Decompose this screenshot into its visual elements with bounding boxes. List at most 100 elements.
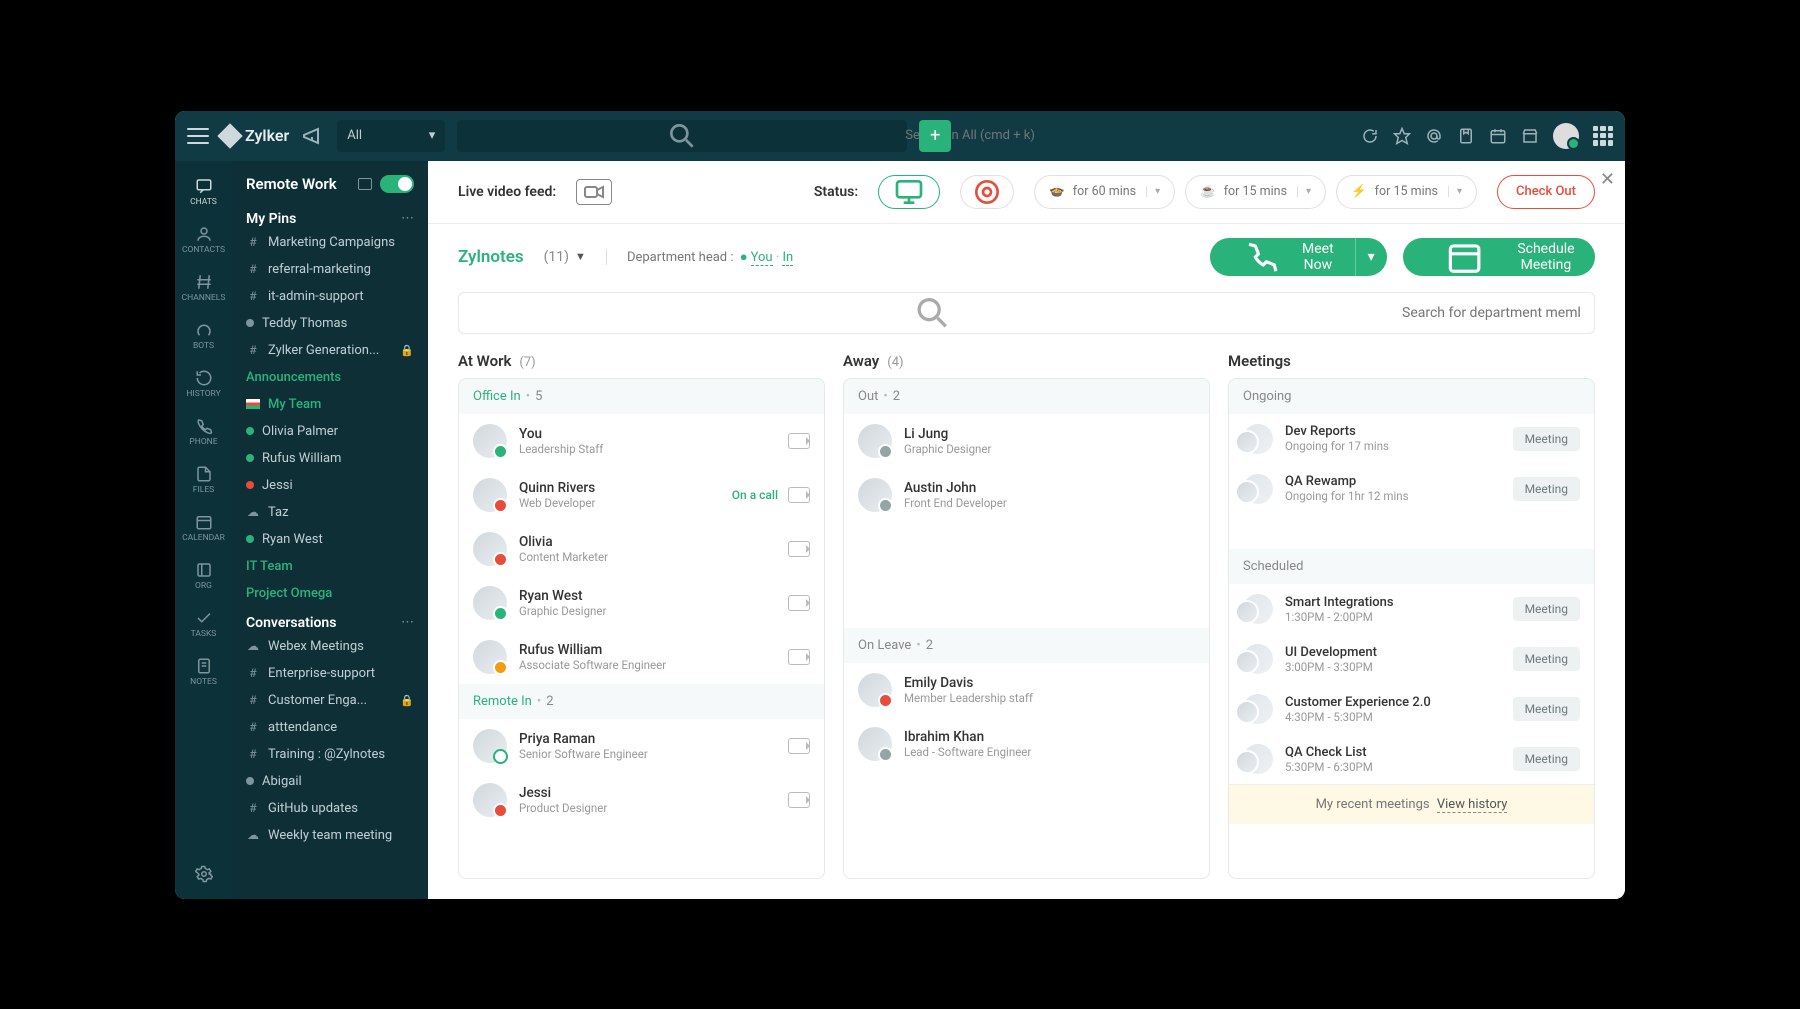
meeting-row[interactable]: QA RewampOngoing for 1hr 12 minsMeeting <box>1229 464 1594 514</box>
rail-calendar[interactable]: CALENDAR <box>175 509 232 547</box>
meeting-row[interactable]: Dev ReportsOngoing for 17 minsMeeting <box>1229 414 1594 464</box>
camera-icon[interactable] <box>788 595 810 611</box>
sidebar-item[interactable]: ☁Taz <box>232 499 428 526</box>
person-row[interactable]: Austin JohnFront End Developer <box>844 468 1209 522</box>
person-row[interactable]: Ryan WestGraphic Designer <box>459 576 824 630</box>
search-filter-select[interactable]: All ▾ <box>337 120 445 152</box>
rail-bots[interactable]: BOTS <box>175 317 232 355</box>
sidebar-item[interactable]: Jessi <box>232 472 428 499</box>
star-icon[interactable] <box>1393 127 1411 145</box>
person-row[interactable]: Quinn RiversWeb DeveloperOn a call <box>459 468 824 522</box>
status-label: Status: <box>814 184 858 200</box>
camera-icon[interactable] <box>788 738 810 754</box>
sidebar-item[interactable]: #Marketing Campaigns <box>232 229 428 256</box>
close-icon[interactable]: ✕ <box>1600 169 1615 190</box>
sidebar-item[interactable]: Teddy Thomas <box>232 310 428 337</box>
profile-avatar[interactable] <box>1553 123 1579 149</box>
meet-now-button[interactable]: Meet Now <box>1210 238 1355 276</box>
person-row[interactable]: Li JungGraphic Designer <box>844 414 1209 468</box>
status-location[interactable] <box>960 175 1014 209</box>
store-icon[interactable] <box>1521 127 1539 145</box>
meeting-row[interactable]: Customer Experience 2.04:30PM - 5:30PMMe… <box>1229 684 1594 734</box>
megaphone-icon[interactable] <box>301 124 325 148</box>
person-row[interactable]: Emily DavisMember Leadership staff <box>844 663 1209 717</box>
sidebar-itteam[interactable]: IT Team <box>232 553 428 580</box>
rail-contacts[interactable]: CONTACTS <box>175 221 232 259</box>
dept-search-input[interactable] <box>1402 305 1580 321</box>
sidebar-item[interactable]: #Enterprise-support <box>232 660 428 687</box>
bookmark-icon[interactable] <box>1457 127 1475 145</box>
rail-phone[interactable]: PHONE <box>175 413 232 451</box>
sidebar-item[interactable]: Ryan West <box>232 526 428 553</box>
meeting-join-button[interactable]: Meeting <box>1513 427 1580 451</box>
sidebar-myteam[interactable]: My Team <box>232 391 428 418</box>
sidebar-item[interactable]: #Customer Enga...🔒 <box>232 687 428 714</box>
dept-search[interactable] <box>458 292 1595 334</box>
camera-icon[interactable] <box>788 487 810 503</box>
global-search[interactable] <box>457 120 907 152</box>
schedule-meeting-button[interactable]: Schedule Meeting <box>1403 238 1595 276</box>
rail-notes[interactable]: NOTES <box>175 653 232 691</box>
meet-now-dropdown[interactable]: ▾ <box>1355 238 1387 276</box>
meeting-row[interactable]: UI Development3:00PM - 3:30PMMeeting <box>1229 634 1594 684</box>
camera-icon[interactable] <box>788 541 810 557</box>
view-history-link[interactable]: View history <box>1437 797 1508 813</box>
status-desktop[interactable] <box>878 175 940 209</box>
meeting-join-button[interactable]: Meeting <box>1513 477 1580 501</box>
sidebar-item[interactable]: Abigail <box>232 768 428 795</box>
chevron-down-icon[interactable]: ▾ <box>1146 186 1160 197</box>
rail-tasks[interactable]: TASKS <box>175 605 232 643</box>
meeting-row[interactable]: Smart Integrations1:30PM - 2:00PMMeeting <box>1229 584 1594 634</box>
status-timer[interactable]: ⚡for 15 mins▾ <box>1336 175 1477 209</box>
person-row[interactable]: Ibrahim KhanLead - Software Engineer <box>844 717 1209 771</box>
status-timer[interactable]: ☕for 15 mins▾ <box>1185 175 1326 209</box>
person-row[interactable]: Rufus WilliamAssociate Software Engineer <box>459 630 824 684</box>
camera-icon[interactable] <box>788 649 810 665</box>
chevron-down-icon[interactable]: ▾ <box>1448 186 1462 197</box>
conversations-more[interactable]: ⋯ <box>401 615 414 630</box>
person-row[interactable]: YouLeadership Staff <box>459 414 824 468</box>
chevron-down-icon[interactable]: ▾ <box>1297 186 1311 197</box>
calendar-icon[interactable] <box>1489 127 1507 145</box>
remote-toggle[interactable] <box>380 175 414 193</box>
sidebar-item[interactable]: Rufus William <box>232 445 428 472</box>
pins-more[interactable]: ⋯ <box>401 211 414 226</box>
sidebar-item[interactable]: Olivia Palmer <box>232 418 428 445</box>
checkout-button[interactable]: Check Out <box>1497 175 1595 209</box>
menu-toggle[interactable] <box>187 128 209 144</box>
meeting-join-button[interactable]: Meeting <box>1513 697 1580 721</box>
meetings-card: Ongoing Dev ReportsOngoing for 17 minsMe… <box>1228 378 1595 879</box>
camera-icon[interactable] <box>788 433 810 449</box>
camera-toggle[interactable] <box>576 179 612 205</box>
meeting-join-button[interactable]: Meeting <box>1513 597 1580 621</box>
person-row[interactable]: OliviaContent Marketer <box>459 522 824 576</box>
sidebar-item[interactable]: #it-admin-support <box>232 283 428 310</box>
sidebar-item[interactable]: ☁Webex Meetings <box>232 633 428 660</box>
sidebar-item[interactable]: #atttendance <box>232 714 428 741</box>
meeting-row[interactable]: QA Check List5:30PM - 6:30PMMeeting <box>1229 734 1594 784</box>
camera-icon[interactable] <box>788 792 810 808</box>
person-row[interactable]: JessiProduct Designer <box>459 773 824 827</box>
sidebar-item[interactable]: #GitHub updates <box>232 795 428 822</box>
refresh-icon[interactable] <box>1361 127 1379 145</box>
dept-dropdown[interactable]: ▼ <box>575 250 586 263</box>
new-button[interactable]: + <box>919 120 951 152</box>
sidebar-item[interactable]: ☁Weekly team meeting <box>232 822 428 849</box>
sidebar-announcements[interactable]: Announcements <box>232 364 428 391</box>
rail-files[interactable]: FILES <box>175 461 232 499</box>
rail-settings[interactable] <box>175 861 232 887</box>
meeting-join-button[interactable]: Meeting <box>1513 647 1580 671</box>
rail-chats[interactable]: CHATS <box>175 173 232 211</box>
rail-history[interactable]: HISTORY <box>175 365 232 403</box>
apps-grid-icon[interactable] <box>1593 126 1613 146</box>
rail-channels[interactable]: CHANNELS <box>175 269 232 307</box>
sidebar-item[interactable]: #referral-marketing <box>232 256 428 283</box>
mention-icon[interactable] <box>1425 127 1443 145</box>
person-row[interactable]: Priya RamanSenior Software Engineer <box>459 719 824 773</box>
sidebar-item[interactable]: #Training : @Zylnotes <box>232 741 428 768</box>
sidebar-omega[interactable]: Project Omega <box>232 580 428 607</box>
sidebar-item[interactable]: #Zylker Generation...🔒 <box>232 337 428 364</box>
meeting-join-button[interactable]: Meeting <box>1513 747 1580 771</box>
rail-org[interactable]: ORG <box>175 557 232 595</box>
status-timer[interactable]: 🍲for 60 mins▾ <box>1034 175 1175 209</box>
